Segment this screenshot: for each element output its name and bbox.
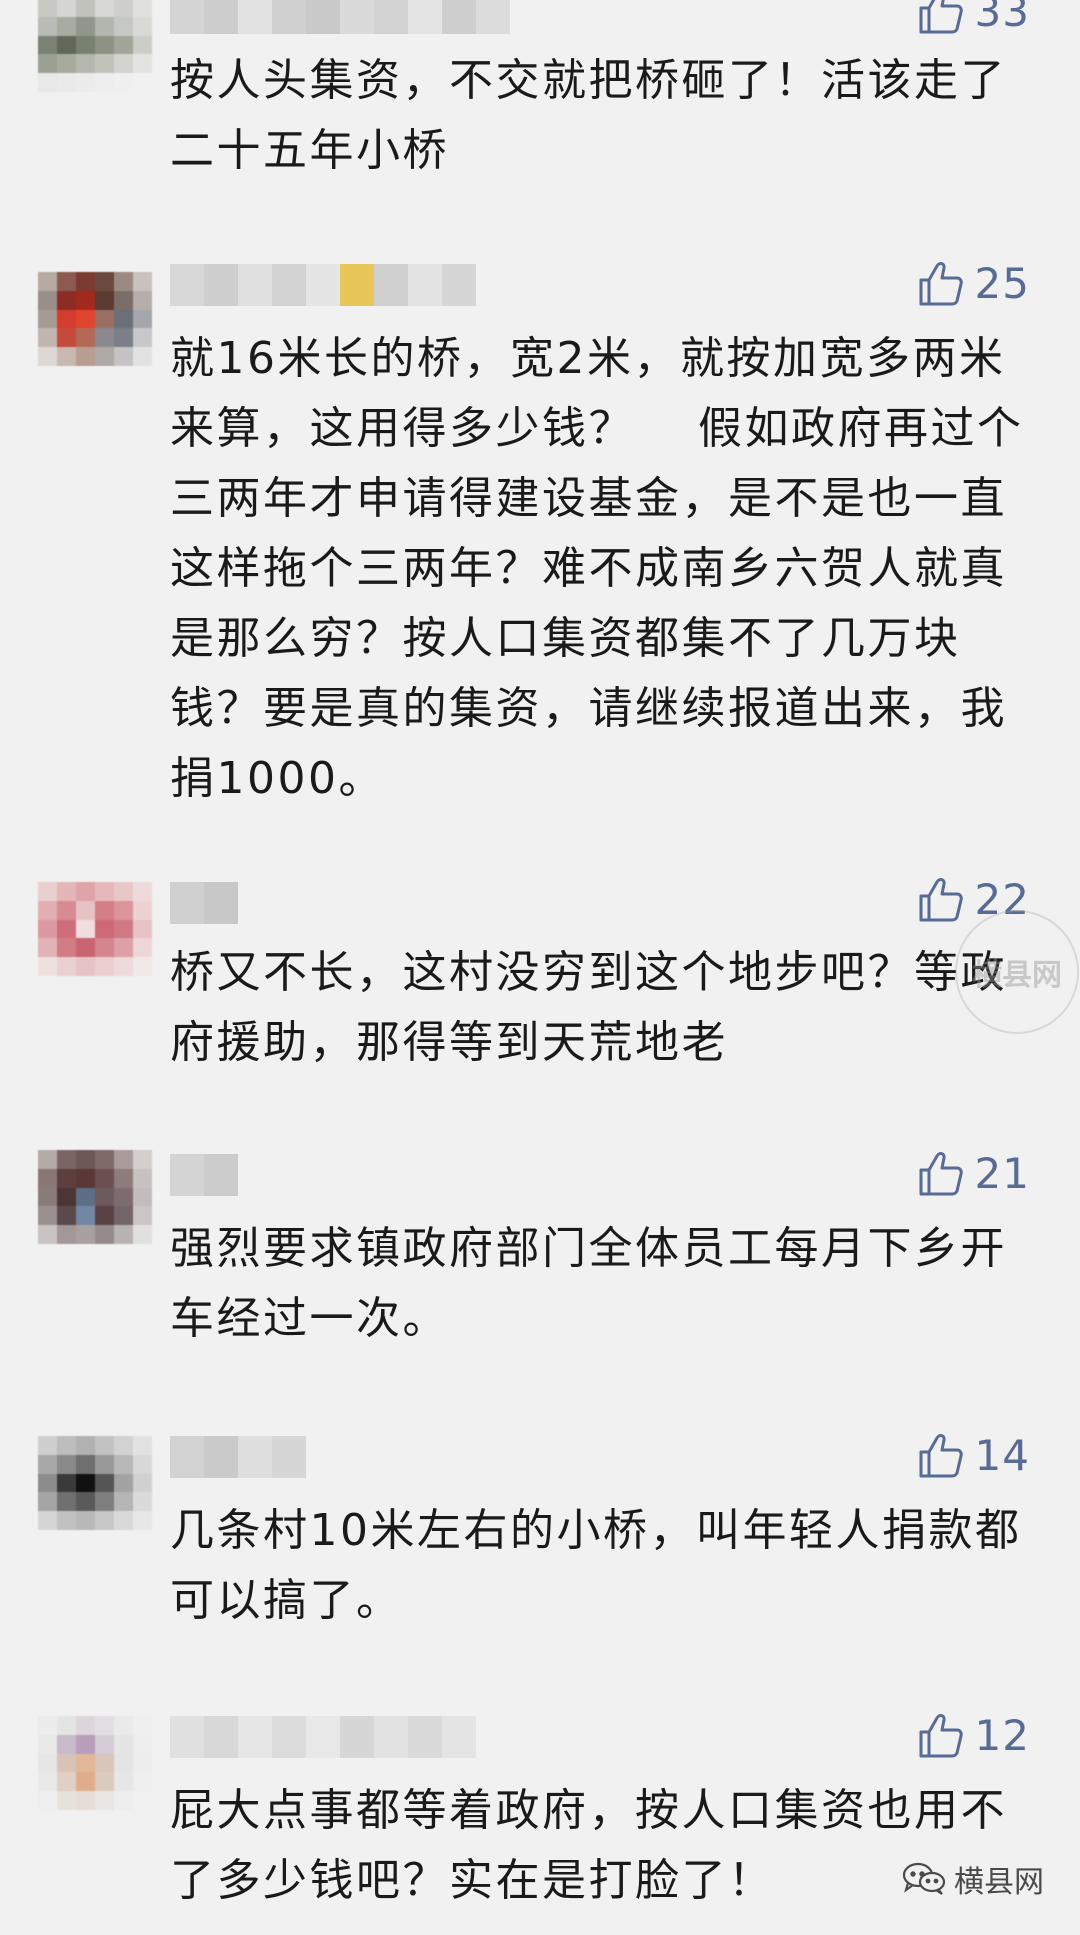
avatar[interactable] [38,0,152,92]
avatar[interactable] [38,1150,152,1244]
like-count: 14 [974,1430,1030,1480]
thumbs-up-icon [919,1152,963,1196]
nickname-redacted [170,1154,238,1196]
comment-text: 几条村10米左右的小桥，叫年轻人捐款都可以搞了。 [170,1505,1022,1626]
comment-text: 强烈要求镇政府部门全体员工每月下乡开车经过一次。 [170,1223,1007,1344]
like-button[interactable]: 33 [915,0,1030,36]
thumbs-up-icon [919,0,963,34]
nickname-redacted [170,1436,306,1478]
brand-mark: 横县网 [902,1857,1044,1901]
nickname-redacted [170,1716,476,1758]
like-button[interactable]: 25 [915,258,1030,308]
thumbs-up-icon [919,262,963,306]
watermark-seal: 横县网 [955,910,1079,1034]
nickname-redacted [170,264,476,306]
avatar[interactable] [38,1436,152,1530]
comment-text: 按人头集资，不交就把桥砸了！活该走了二十五年小桥 [170,55,1007,176]
like-count: 12 [974,1710,1030,1760]
like-count: 33 [974,0,1030,36]
thumbs-up-icon [919,1714,963,1758]
thumbs-up-icon [919,1434,963,1478]
avatar[interactable] [38,1716,152,1810]
comment-text: 就16米长的桥，宽2米，就按加宽多两米来算，这用得多少钱？ 假如政府再过个三两年… [170,333,1024,804]
comment-text: 屁大点事都等着政府，按人口集资也用不了多少钱吧？实在是打脸了！ [170,1785,1007,1906]
avatar[interactable] [38,882,152,976]
watermark-text: 横县网 [972,958,1062,993]
wechat-icon [902,1862,946,1895]
thumbs-up-icon [919,878,963,922]
comment-text: 桥又不长，这村没穷到这个地步吧？等政府援助，那得等到天荒地老 [170,947,1007,1068]
nickname-redacted [170,882,238,924]
brand-label: 横县网 [954,1865,1044,1900]
like-count: 25 [974,258,1030,308]
nickname-redacted [170,0,510,34]
like-button[interactable]: 14 [915,1430,1030,1480]
like-count: 21 [974,1148,1030,1198]
avatar[interactable] [38,272,152,366]
like-button[interactable]: 21 [915,1148,1030,1198]
like-button[interactable]: 12 [915,1710,1030,1760]
